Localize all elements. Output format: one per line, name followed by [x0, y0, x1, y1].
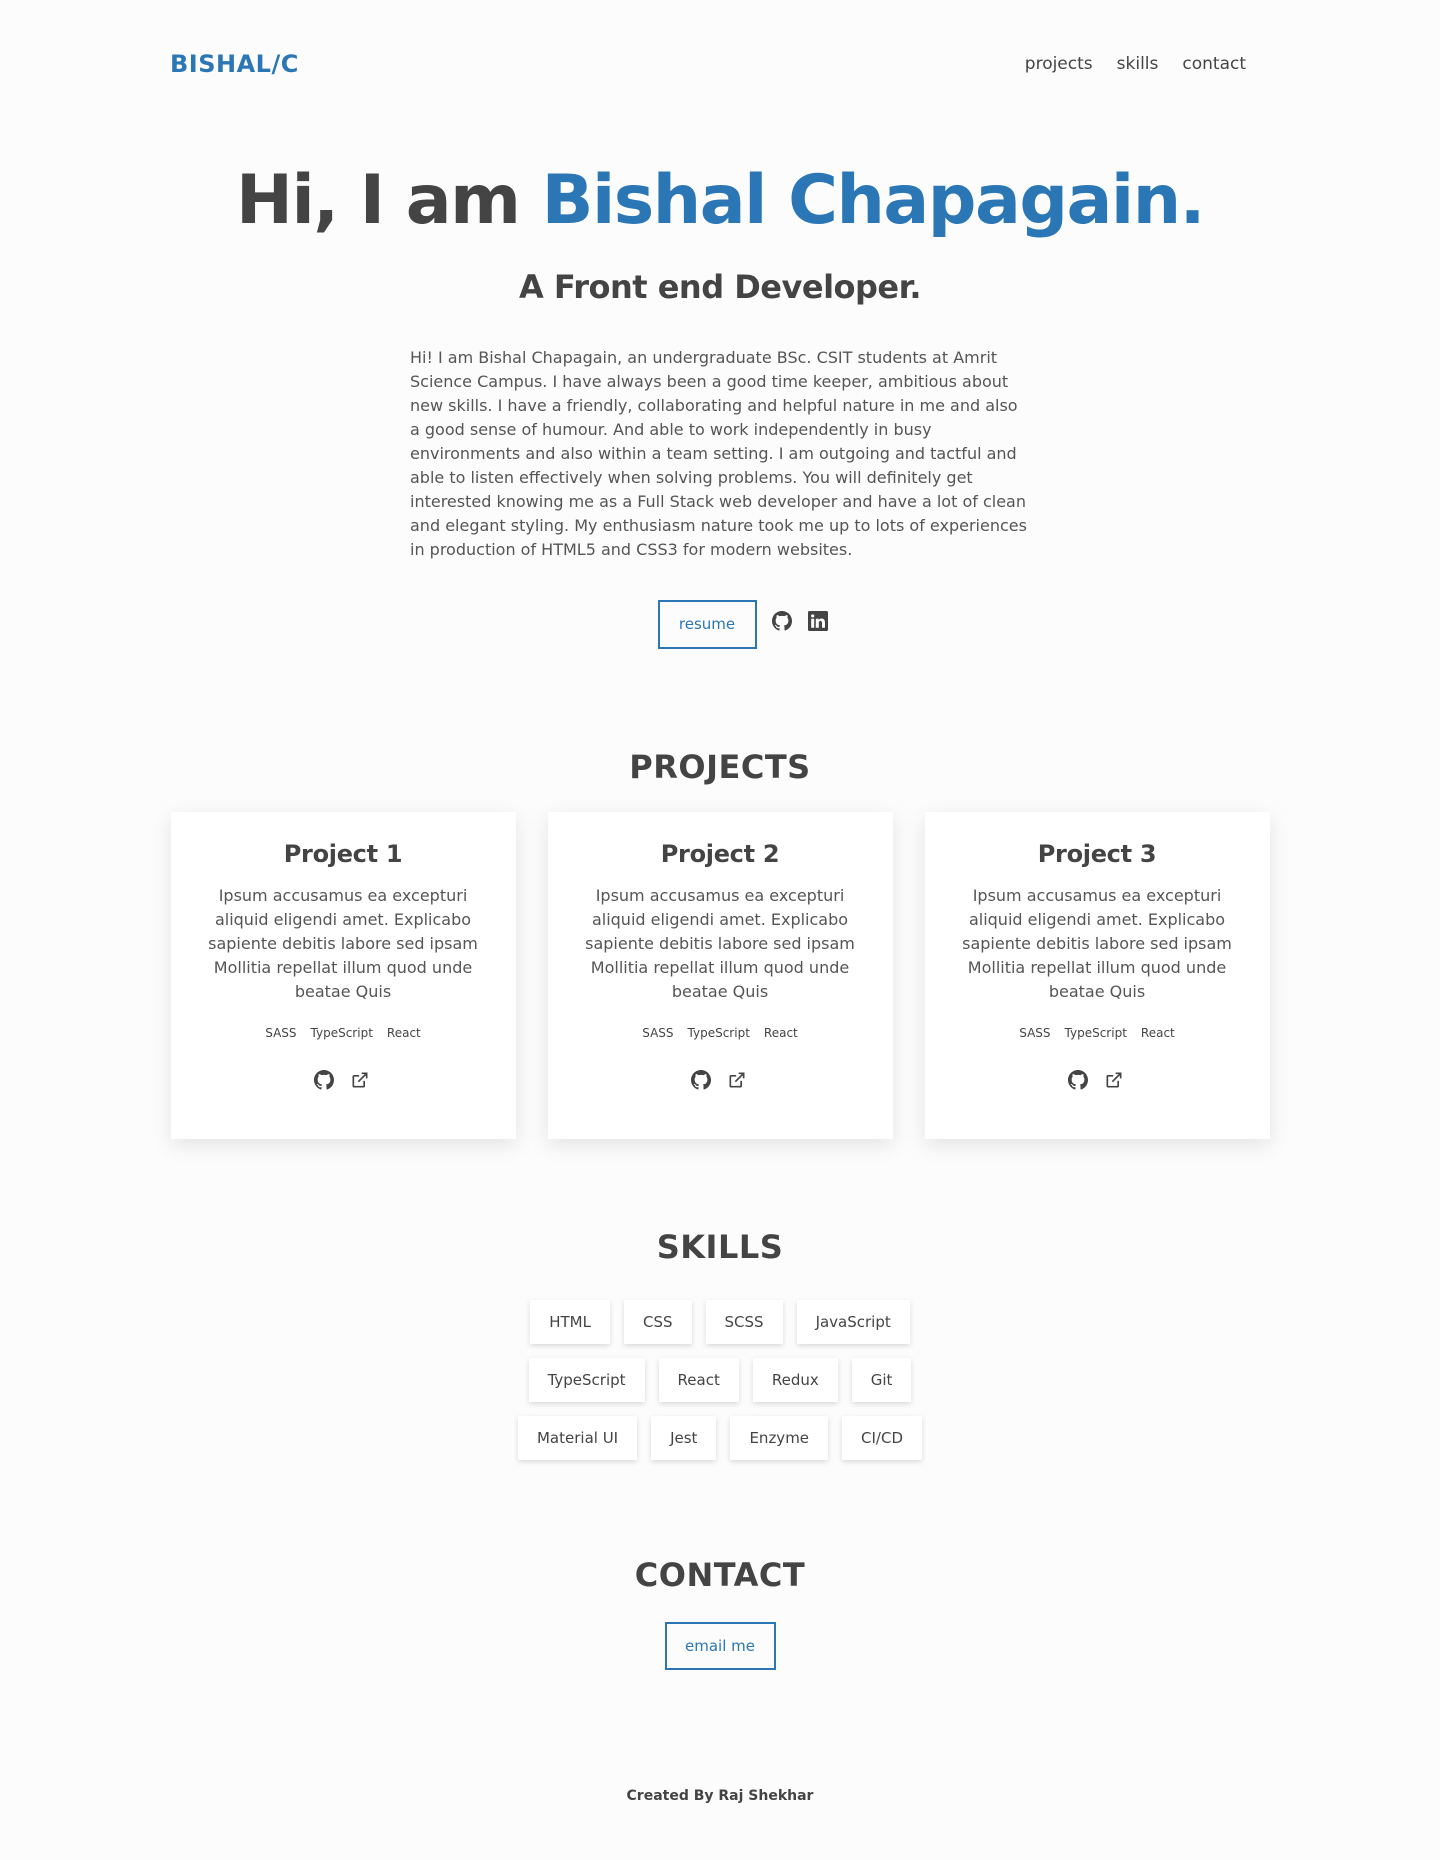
- skill-chip: Git: [851, 1358, 912, 1402]
- hero-name: Bishal Chapagain.: [541, 161, 1206, 240]
- hero-subtitle: A Front end Developer.: [519, 267, 922, 306]
- external-link-icon[interactable]: [350, 1070, 372, 1092]
- skill-chip: Material UI: [517, 1416, 638, 1460]
- projects-title: PROJECTS: [629, 748, 811, 786]
- footer-credit: Created By Raj Shekhar: [626, 1788, 814, 1804]
- skill-chip: CI/CD: [842, 1416, 923, 1460]
- skill-chip: React: [658, 1358, 739, 1402]
- project-links: [548, 1070, 893, 1092]
- project-description: Ipsum accusamus ea excepturi aliquid eli…: [585, 886, 855, 1001]
- about-text: Hi! I am Bishal Chapagain, an undergradu…: [410, 347, 1027, 559]
- nav-link-projects[interactable]: projects: [1025, 54, 1093, 74]
- external-link-icon[interactable]: [727, 1070, 749, 1092]
- project-tag: SASS: [1019, 1026, 1051, 1040]
- skill-chip: JavaScript: [796, 1300, 910, 1344]
- project-tag: SASS: [642, 1026, 674, 1040]
- skill-row: Material UI Jest Enzyme CI/CD: [517, 1416, 923, 1460]
- project-description: Ipsum accusamus ea excepturi aliquid eli…: [962, 886, 1232, 1001]
- linkedin-icon[interactable]: [807, 610, 829, 632]
- project-title: Project 1: [283, 840, 403, 868]
- skill-chip: SCSS: [705, 1300, 783, 1344]
- hero-greeting: Hi, I am: [236, 161, 542, 240]
- skill-chip: HTML: [530, 1300, 610, 1344]
- skill-chip: CSS: [623, 1300, 692, 1344]
- project-tag: React: [386, 1026, 421, 1040]
- project-tag: React: [763, 1026, 798, 1040]
- skill-chip: Redux: [752, 1358, 838, 1402]
- project-tag: TypeScript: [1064, 1026, 1127, 1040]
- project-description: Ipsum accusamus ea excepturi aliquid eli…: [208, 886, 478, 1001]
- page: BISHAL/C projects skills contact Hi, I a…: [0, 0, 1440, 1860]
- hero-section: Hi, I am Bishal Chapagain. A Front end D…: [0, 160, 1440, 649]
- github-icon[interactable]: [314, 1070, 336, 1092]
- project-links: [171, 1070, 516, 1092]
- hero-title: Hi, I am Bishal Chapagain.: [0, 160, 1440, 242]
- logo[interactable]: BISHAL/C: [170, 50, 299, 78]
- project-tag: TypeScript: [310, 1026, 373, 1040]
- project-links: [925, 1070, 1270, 1092]
- project-card-3: Project 3 Ipsum accusamus ea excepturi a…: [924, 812, 1270, 1139]
- github-icon[interactable]: [1068, 1070, 1090, 1092]
- email-me-button[interactable]: email me: [664, 1622, 776, 1670]
- resume-button[interactable]: resume: [657, 599, 757, 649]
- contact-section: CONTACT email me: [0, 1556, 1440, 1670]
- skills-section: SKILLS HTML CSS SCSS JavaScript TypeScri…: [0, 1228, 1440, 1460]
- footer: Created By Raj Shekhar: [0, 1788, 1440, 1804]
- projects-section: PROJECTS Project 1 Ipsum accusamus ea ex…: [0, 748, 1440, 1139]
- skill-chip: Enzyme: [730, 1416, 829, 1460]
- github-icon[interactable]: [691, 1070, 713, 1092]
- project-cards: Project 1 Ipsum accusamus ea excepturi a…: [0, 812, 1440, 1139]
- skills-title: SKILLS: [656, 1228, 784, 1266]
- skill-list: HTML CSS SCSS JavaScript TypeScript Reac…: [0, 1300, 1440, 1460]
- skill-chip: TypeScript: [528, 1358, 645, 1402]
- header: BISHAL/C projects skills contact: [170, 42, 1270, 86]
- nav-link-skills[interactable]: skills: [1117, 54, 1159, 74]
- contact-title: CONTACT: [634, 1556, 806, 1594]
- external-link-icon[interactable]: [1104, 1070, 1126, 1092]
- hero-actions: resume: [0, 599, 1440, 649]
- project-title: Project 2: [660, 840, 780, 868]
- project-tags: SASS TypeScript React: [171, 1026, 516, 1040]
- project-tags: SASS TypeScript React: [548, 1026, 893, 1040]
- github-icon[interactable]: [771, 610, 793, 632]
- project-tag: SASS: [265, 1026, 297, 1040]
- project-card-2: Project 2 Ipsum accusamus ea excepturi a…: [547, 812, 893, 1139]
- project-tag: React: [1140, 1026, 1175, 1040]
- project-tag: TypeScript: [687, 1026, 750, 1040]
- project-tags: SASS TypeScript React: [925, 1026, 1270, 1040]
- skill-row: HTML CSS SCSS JavaScript: [530, 1300, 910, 1344]
- main-nav: projects skills contact: [1025, 54, 1246, 74]
- project-title: Project 3: [1037, 840, 1157, 868]
- project-card-1: Project 1 Ipsum accusamus ea excepturi a…: [170, 812, 516, 1139]
- skill-row: TypeScript React Redux Git: [528, 1358, 912, 1402]
- skill-chip: Jest: [651, 1416, 717, 1460]
- nav-link-contact[interactable]: contact: [1182, 54, 1246, 74]
